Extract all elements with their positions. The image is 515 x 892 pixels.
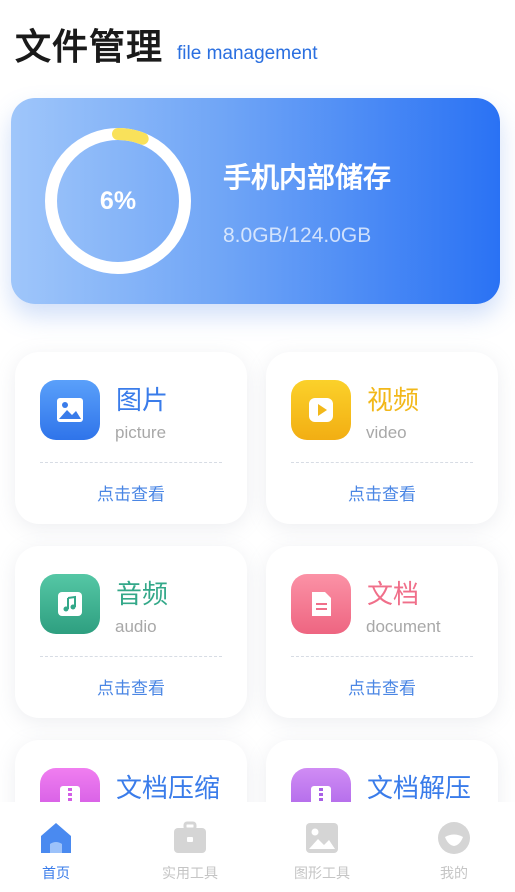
category-sub: document xyxy=(366,617,441,636)
view-link[interactable]: 点击查看 xyxy=(266,480,498,505)
divider xyxy=(291,656,473,657)
bottom-tab-bar: 首页 实用工具 图形工具 我的 xyxy=(0,802,515,892)
profile-icon xyxy=(438,822,470,854)
image-icon xyxy=(40,380,100,440)
category-sub: audio xyxy=(115,617,157,636)
home-icon xyxy=(41,823,71,853)
category-label: 音频 xyxy=(116,580,169,610)
storage-usage: 8.0GB/124.0GB xyxy=(223,224,372,247)
tab-graphics[interactable]: 图形工具 xyxy=(272,802,372,892)
category-label: 文档解压 xyxy=(367,774,472,804)
storage-name: 手机内部储存 xyxy=(223,161,392,194)
tab-home[interactable]: 首页 xyxy=(6,802,106,892)
storage-percent: 6% xyxy=(99,186,137,215)
view-link[interactable]: 点击查看 xyxy=(15,674,247,699)
tab-label: 实用工具 xyxy=(162,866,218,882)
category-label: 文档压缩 xyxy=(116,774,221,804)
tab-label: 我的 xyxy=(440,866,468,882)
tab-label: 图形工具 xyxy=(294,866,350,882)
category-label: 图片 xyxy=(116,386,169,416)
page-header: 文件管理 file management xyxy=(15,18,317,70)
page-subtitle: file management xyxy=(177,43,318,64)
storage-card[interactable]: 6% 手机内部储存 8.0GB/124.0GB xyxy=(11,98,500,304)
view-link[interactable]: 点击查看 xyxy=(266,674,498,699)
tab-profile[interactable]: 我的 xyxy=(404,802,504,892)
music-icon xyxy=(40,574,100,634)
category-card-audio[interactable]: 音频 audio 点击查看 xyxy=(15,546,247,718)
category-label: 视频 xyxy=(367,386,420,416)
category-sub: picture xyxy=(115,423,167,442)
divider xyxy=(40,462,222,463)
category-sub: video xyxy=(366,423,407,442)
category-card-video[interactable]: 视频 video 点击查看 xyxy=(266,352,498,524)
category-card-document[interactable]: 文档 document 点击查看 xyxy=(266,546,498,718)
page-title: 文件管理 xyxy=(15,27,164,68)
tab-tools[interactable]: 实用工具 xyxy=(140,802,240,892)
document-icon xyxy=(291,574,351,634)
tab-label: 首页 xyxy=(42,866,70,882)
image-icon xyxy=(306,823,338,853)
category-label: 文档 xyxy=(367,580,420,610)
divider xyxy=(40,656,222,657)
toolbox-icon xyxy=(174,821,206,853)
divider xyxy=(291,462,473,463)
view-link[interactable]: 点击查看 xyxy=(15,480,247,505)
storage-ring: 6% xyxy=(43,126,193,276)
play-icon xyxy=(291,380,351,440)
category-card-picture[interactable]: 图片 picture 点击查看 xyxy=(15,352,247,524)
